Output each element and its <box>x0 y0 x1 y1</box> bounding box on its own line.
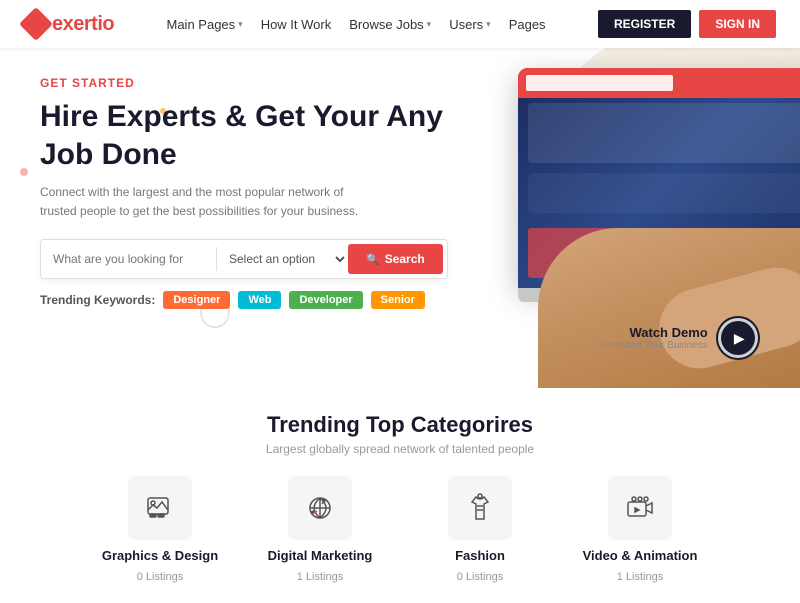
hero-right: Watch Demo Jumpstart Your Business ▶ <box>478 48 800 388</box>
tag-designer[interactable]: Designer <box>163 291 230 309</box>
nav-users[interactable]: Users ▾ <box>449 17 490 32</box>
nav-pages[interactable]: Pages <box>509 17 546 32</box>
play-button[interactable]: ▶ <box>718 318 758 358</box>
tag-senior[interactable]: Senior <box>371 291 425 309</box>
video-icon-bg <box>608 476 672 540</box>
graphics-icon-bg <box>128 476 192 540</box>
watch-demo-title: Watch Demo <box>598 325 708 340</box>
search-icon: 🔍 <box>366 253 380 266</box>
search-input[interactable] <box>53 252 208 266</box>
marketing-count: 1 Listings <box>297 571 343 583</box>
watch-demo: Watch Demo Jumpstart Your Business ▶ <box>598 318 758 358</box>
chevron-down-icon: ▾ <box>427 19 432 30</box>
get-started-label: GET STARTED <box>40 76 448 90</box>
digital-marketing-icon <box>304 492 336 524</box>
tag-developer[interactable]: Developer <box>289 291 362 309</box>
logo-text: exertio <box>52 13 114 36</box>
marketing-name: Digital Marketing <box>268 548 373 563</box>
video-animation-icon <box>624 492 656 524</box>
watch-demo-text: Watch Demo Jumpstart Your Business <box>598 325 708 351</box>
fashion-name: Fashion <box>455 548 505 563</box>
play-icon: ▶ <box>734 330 745 347</box>
nav-how-it-work[interactable]: How It Work <box>261 17 332 32</box>
hero-section: GET STARTED Hire Experts & Get Your Any … <box>0 48 800 388</box>
search-divider <box>216 247 217 271</box>
graphics-count: 0 Listings <box>137 571 183 583</box>
tag-web[interactable]: Web <box>238 291 281 309</box>
trending-label: Trending Keywords: <box>40 293 155 307</box>
graphics-design-icon <box>144 492 176 524</box>
category-fashion[interactable]: Fashion 0 Listings <box>415 476 545 583</box>
hero-left: GET STARTED Hire Experts & Get Your Any … <box>0 48 478 388</box>
category-video[interactable]: Video & Animation 1 Listings <box>575 476 705 583</box>
graphics-name: Graphics & Design <box>102 548 218 563</box>
marketing-icon-bg <box>288 476 352 540</box>
chevron-down-icon: ▾ <box>238 19 243 30</box>
logo[interactable]: exertio <box>24 12 114 36</box>
navbar: exertio Main Pages ▾ How It Work Browse … <box>0 0 800 48</box>
search-button[interactable]: 🔍 Search <box>348 244 443 274</box>
categories-subtitle: Largest globally spread network of talen… <box>30 442 770 456</box>
nav-links: Main Pages ▾ How It Work Browse Jobs ▾ U… <box>167 17 546 32</box>
search-bar: Select an option 🔍 Search <box>40 239 448 279</box>
fashion-icon-bg <box>448 476 512 540</box>
chevron-down-icon: ▾ <box>486 19 491 30</box>
nav-browse-jobs[interactable]: Browse Jobs ▾ <box>349 17 431 32</box>
categories-section: Trending Top Categorires Largest globall… <box>0 388 800 603</box>
watch-demo-subtitle: Jumpstart Your Business <box>598 340 708 351</box>
nav-main-pages[interactable]: Main Pages ▾ <box>167 17 243 32</box>
nav-buttons: REGISTER SIGN IN <box>598 10 776 38</box>
video-count: 1 Listings <box>617 571 663 583</box>
categories-title: Trending Top Categorires <box>30 412 770 438</box>
hero-title: Hire Experts & Get Your Any Job Done <box>40 98 448 173</box>
hero-subtitle: Connect with the largest and the most po… <box>40 183 380 221</box>
register-button[interactable]: REGISTER <box>598 10 691 38</box>
video-name: Video & Animation <box>583 548 698 563</box>
category-graphics[interactable]: Graphics & Design 0 Listings <box>95 476 225 583</box>
logo-diamond-icon <box>19 7 53 41</box>
categories-grid: Graphics & Design 0 Listings Digital Mar… <box>30 476 770 583</box>
category-select[interactable]: Select an option <box>225 251 348 267</box>
fashion-count: 0 Listings <box>457 571 503 583</box>
fashion-icon <box>464 492 496 524</box>
trending-keywords: Trending Keywords: Designer Web Develope… <box>40 291 448 309</box>
category-marketing[interactable]: Digital Marketing 1 Listings <box>255 476 385 583</box>
signin-button[interactable]: SIGN IN <box>699 10 776 38</box>
